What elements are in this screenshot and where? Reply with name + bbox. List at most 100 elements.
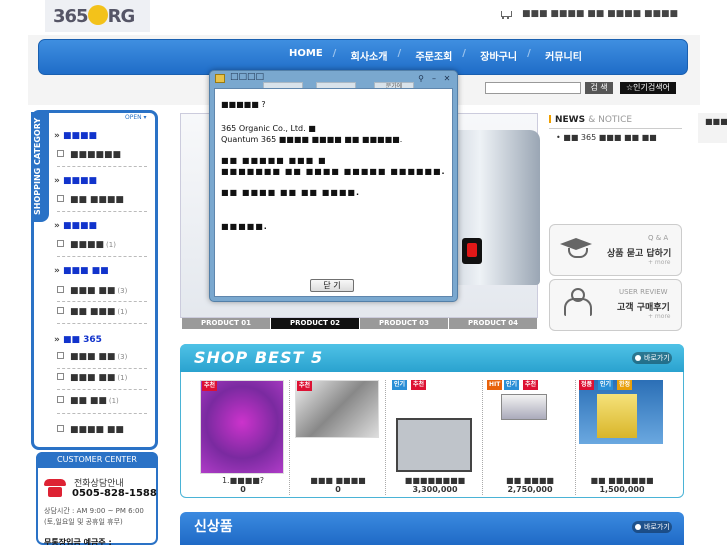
category-item-label: ■■■ ■■ (70, 373, 116, 383)
logo-orange-icon (87, 5, 108, 25)
divider (575, 380, 576, 495)
category-group[interactable]: ■■■■ (54, 176, 97, 186)
new-items-more-button[interactable]: 바로가기 (632, 521, 672, 533)
dialog-close-button[interactable]: 닫 기 (310, 279, 354, 292)
best-product-4[interactable]: HIT 인기 추천 ■■ ■■■■ 2,750,000 (487, 380, 573, 494)
dialog-line: ■■■■■■■ ■■ ■■■■ ■■■■■ ■■■■■■. (221, 167, 446, 176)
dialog-line: Quantum 365 ■■■■ ■■■■ ■■ ■■■■■. (221, 135, 403, 144)
category-title[interactable]: ■■■■ (54, 221, 97, 231)
best-product-2[interactable]: 추천 ■■■ ■■■■ 0 (295, 380, 381, 494)
nav-home[interactable]: HOME (275, 48, 337, 63)
close-icon[interactable]: ✕ (442, 74, 452, 84)
open-toggle[interactable]: OPEN ▾ (125, 114, 147, 121)
phone-number: 0505-828-1588 (72, 488, 157, 499)
category-group[interactable]: ■■■■ (54, 131, 97, 141)
category-group[interactable]: ■■■■ (54, 221, 97, 231)
category-item[interactable]: ■■■ ■■ (1) (57, 373, 147, 383)
product-image[interactable]: 정품 인기 한정 (579, 380, 663, 444)
category-group[interactable]: ■■■ ■■ (54, 266, 109, 276)
category-item[interactable]: ■■ ■■■■ (57, 195, 147, 205)
nav-orders[interactable]: 주문조회 (397, 48, 466, 63)
nav-community[interactable]: 커뮤니티 (527, 48, 596, 63)
new-items-header (180, 512, 684, 545)
right-edge-text[interactable]: ■■■ (705, 117, 727, 126)
top-links: ■■■ ■■■■ ■■ ■■■■ ■■■■ (500, 9, 678, 19)
page: 365RG ■■■ ■■■■ ■■ ■■■■ ■■■■ HOME 회사소개 주문… (0, 0, 727, 545)
bank-info: 무통장입금 예금주 : (44, 538, 112, 545)
category-item[interactable]: ■■ ■■■ (1) (57, 307, 147, 317)
category-title[interactable]: ■■■ ■■ (54, 266, 109, 276)
review-title: 고객 구매후기 (617, 303, 670, 313)
qa-more[interactable]: + more (648, 259, 670, 266)
divider (57, 301, 147, 302)
product-tab-03[interactable]: PRODUCT 03 (360, 318, 448, 329)
product-name[interactable]: 1.■■■■? (200, 476, 286, 485)
category-title[interactable]: ■■■■ (54, 176, 97, 186)
product-price: 0 (240, 485, 246, 494)
divider (549, 128, 682, 129)
category-item[interactable]: ■■ ■■ (1) (57, 396, 147, 406)
nav-cart[interactable]: 장바구니 (462, 48, 531, 63)
dialog-line: ■■■■■. (221, 222, 268, 231)
shop-best-title: SHOP BEST 5 (194, 348, 324, 367)
category-item-label: ■■■■ (70, 240, 105, 250)
category-item[interactable]: ■■■■■■ (57, 150, 147, 160)
product-image[interactable]: 추천 (295, 380, 379, 438)
search-icon[interactable]: ⚲ (416, 74, 426, 84)
news-title[interactable]: NEWS & NOTICE (549, 115, 632, 125)
device-image (597, 394, 637, 438)
product-image[interactable]: 추천 (200, 380, 284, 474)
best-product-3[interactable]: 인기 추천 ■■■■■■■■ 3,300,000 (392, 380, 478, 494)
product-tab-01[interactable]: PRODUCT 01 (182, 318, 270, 329)
product-tab-04[interactable]: PRODUCT 04 (449, 318, 537, 329)
news-title-sub: & NOTICE (588, 115, 633, 125)
main-nav: HOME 회사소개 주문조회 장바구니 커뮤니티 (275, 48, 596, 63)
dialog-line: 365 Organic Co., Ltd. ■ (221, 124, 316, 133)
dialog-line: ■■■■■ ? (221, 100, 266, 109)
case-image (396, 418, 472, 472)
divider (385, 380, 386, 495)
category-item[interactable]: ■■■■ (1) (57, 240, 147, 250)
product-image[interactable]: 인기 추천 (392, 380, 476, 474)
product-name[interactable]: ■■ ■■■■■■ (579, 476, 665, 485)
review-small: USER REVIEW (619, 288, 668, 296)
cart-icon[interactable] (500, 9, 512, 19)
divider (57, 368, 147, 369)
divider (57, 413, 147, 414)
divider (482, 380, 483, 495)
site-logo[interactable]: 365 RG (45, 0, 150, 32)
product-name[interactable]: ■■ ■■■■ (487, 476, 573, 485)
category-item[interactable]: ■■■ ■■ (3) (57, 352, 147, 362)
category-title[interactable]: ■■ 365 (54, 335, 102, 345)
category-item-label: ■■■■■■ (70, 150, 122, 160)
new-items-title: 신상품 (194, 519, 233, 535)
category-item[interactable]: ■■■■ ■■ (57, 425, 147, 435)
best-product-5[interactable]: 정품 인기 한정 ■■ ■■■■■■ 1,500,000 (579, 380, 665, 494)
product-tab-02[interactable]: PRODUCT 02 (271, 318, 359, 329)
divider (57, 389, 147, 390)
best-product-1[interactable]: 추천 1.■■■■? 0 (200, 380, 286, 494)
news-item[interactable]: • ■■ 365 ■■■ ■■ ■■ (556, 133, 657, 142)
badge-popular: 인기 (598, 380, 614, 390)
search-button[interactable]: 검 색 (585, 82, 613, 94)
device-image (501, 394, 547, 420)
popular-keywords-button[interactable]: ☆인기검색어 (620, 82, 676, 94)
product-name[interactable]: ■■■ ■■■■ (295, 476, 381, 485)
product-image[interactable]: HIT 인기 추천 (487, 380, 571, 474)
divider (289, 380, 290, 495)
category-group[interactable]: ■■ 365 (54, 335, 102, 345)
review-more[interactable]: + more (648, 313, 670, 320)
top-link-group[interactable]: ■■■ ■■■■ ■■ ■■■■ ■■■■ (522, 9, 678, 19)
product-name[interactable]: ■■■■■■■■ (392, 476, 478, 485)
nav-about[interactable]: 회사소개 (333, 48, 402, 63)
shop-best-more-button[interactable]: 바로가기 (632, 352, 672, 364)
search-input[interactable] (485, 82, 581, 94)
divider (57, 256, 147, 257)
qa-title: 상품 묻고 답하기 (607, 249, 672, 259)
category-item-label: ■■■ ■■ (70, 286, 116, 296)
badge-limited: 한정 (617, 380, 633, 390)
minimize-icon[interactable]: – (429, 74, 439, 84)
category-title[interactable]: ■■■■ (54, 131, 97, 141)
category-item[interactable]: ■■■ ■■ (3) (57, 286, 147, 296)
product-price: 3,300,000 (412, 485, 458, 494)
